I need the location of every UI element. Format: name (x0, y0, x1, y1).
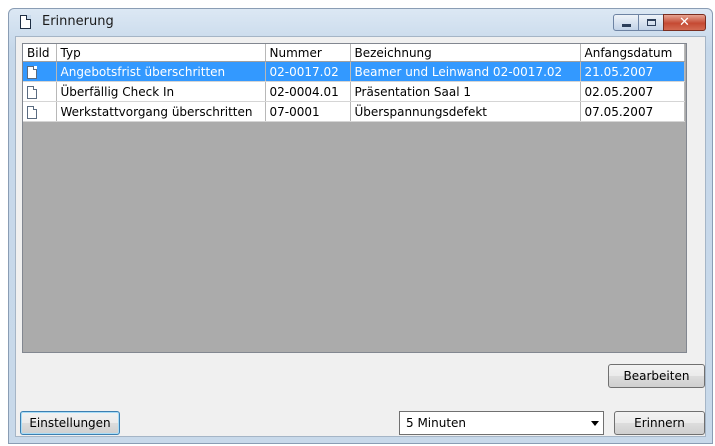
cell-nummer: 07-0001 (265, 101, 351, 122)
minimize-button[interactable] (613, 14, 639, 31)
row-icon-cell (23, 61, 57, 82)
bearbeiten-button[interactable]: Bearbeiten (608, 364, 705, 388)
cell-anfangsdatum: 21.05.2007 (580, 61, 685, 82)
maximize-icon (647, 19, 656, 26)
reminder-window: Erinnerung ✕ Bild Typ Nummer Bezeichnung… (8, 8, 713, 444)
document-icon (27, 85, 37, 99)
column-header-bezeichnung[interactable]: Bezeichnung (350, 44, 581, 62)
cell-typ: Überfällig Check In (56, 81, 266, 102)
document-icon (27, 65, 37, 79)
column-header-bild[interactable]: Bild (23, 44, 57, 62)
table-row[interactable]: Überfällig Check In 02-0004.01 Präsentat… (23, 81, 685, 102)
cell-bezeichnung: Überspannungsdefekt (350, 101, 581, 122)
minimize-icon (622, 24, 631, 27)
cell-anfangsdatum: 07.05.2007 (580, 101, 685, 122)
erinnern-button[interactable]: Erinnern (614, 411, 705, 435)
table-row[interactable]: Werkstattvorgang überschritten 07-0001 Ü… (23, 101, 685, 122)
einstellungen-button[interactable]: Einstellungen (20, 411, 120, 435)
close-icon: ✕ (679, 15, 690, 30)
window-client-area: Bild Typ Nummer Bezeichnung Anfangsdatum… (15, 36, 706, 437)
cell-anfangsdatum: 02.05.2007 (580, 81, 685, 102)
column-header-nummer[interactable]: Nummer (265, 44, 351, 62)
cell-typ: Angebotsfrist überschritten (56, 61, 266, 82)
interval-select-value: 5 Minuten (406, 416, 467, 430)
column-header-anfangsdatum[interactable]: Anfangsdatum (580, 44, 685, 62)
close-button[interactable]: ✕ (663, 14, 706, 31)
cell-typ: Werkstattvorgang überschritten (56, 101, 266, 122)
title-bar[interactable]: Erinnerung ✕ (9, 9, 712, 35)
cell-nummer: 02-0017.02 (265, 61, 351, 82)
cell-bezeichnung: Präsentation Saal 1 (350, 81, 581, 102)
window-controls: ✕ (613, 14, 706, 31)
cell-nummer: 02-0004.01 (265, 81, 351, 102)
table-row[interactable]: Angebotsfrist überschritten 02-0017.02 B… (23, 61, 685, 82)
row-icon-cell (23, 81, 57, 102)
reminder-grid[interactable]: Bild Typ Nummer Bezeichnung Anfangsdatum… (22, 43, 687, 353)
cell-bezeichnung: Beamer und Leinwand 02-0017.02 (350, 61, 581, 82)
document-icon (27, 105, 37, 119)
window-title: Erinnerung (42, 14, 114, 29)
row-icon-cell (23, 101, 57, 122)
maximize-button[interactable] (638, 14, 664, 31)
table-header-row: Bild Typ Nummer Bezeichnung Anfangsdatum (23, 44, 685, 62)
column-header-typ[interactable]: Typ (56, 44, 266, 62)
chevron-down-icon (591, 421, 599, 426)
interval-select[interactable]: 5 Minuten (399, 411, 604, 435)
document-icon (20, 15, 31, 29)
reminder-table: Bild Typ Nummer Bezeichnung Anfangsdatum… (23, 44, 685, 122)
